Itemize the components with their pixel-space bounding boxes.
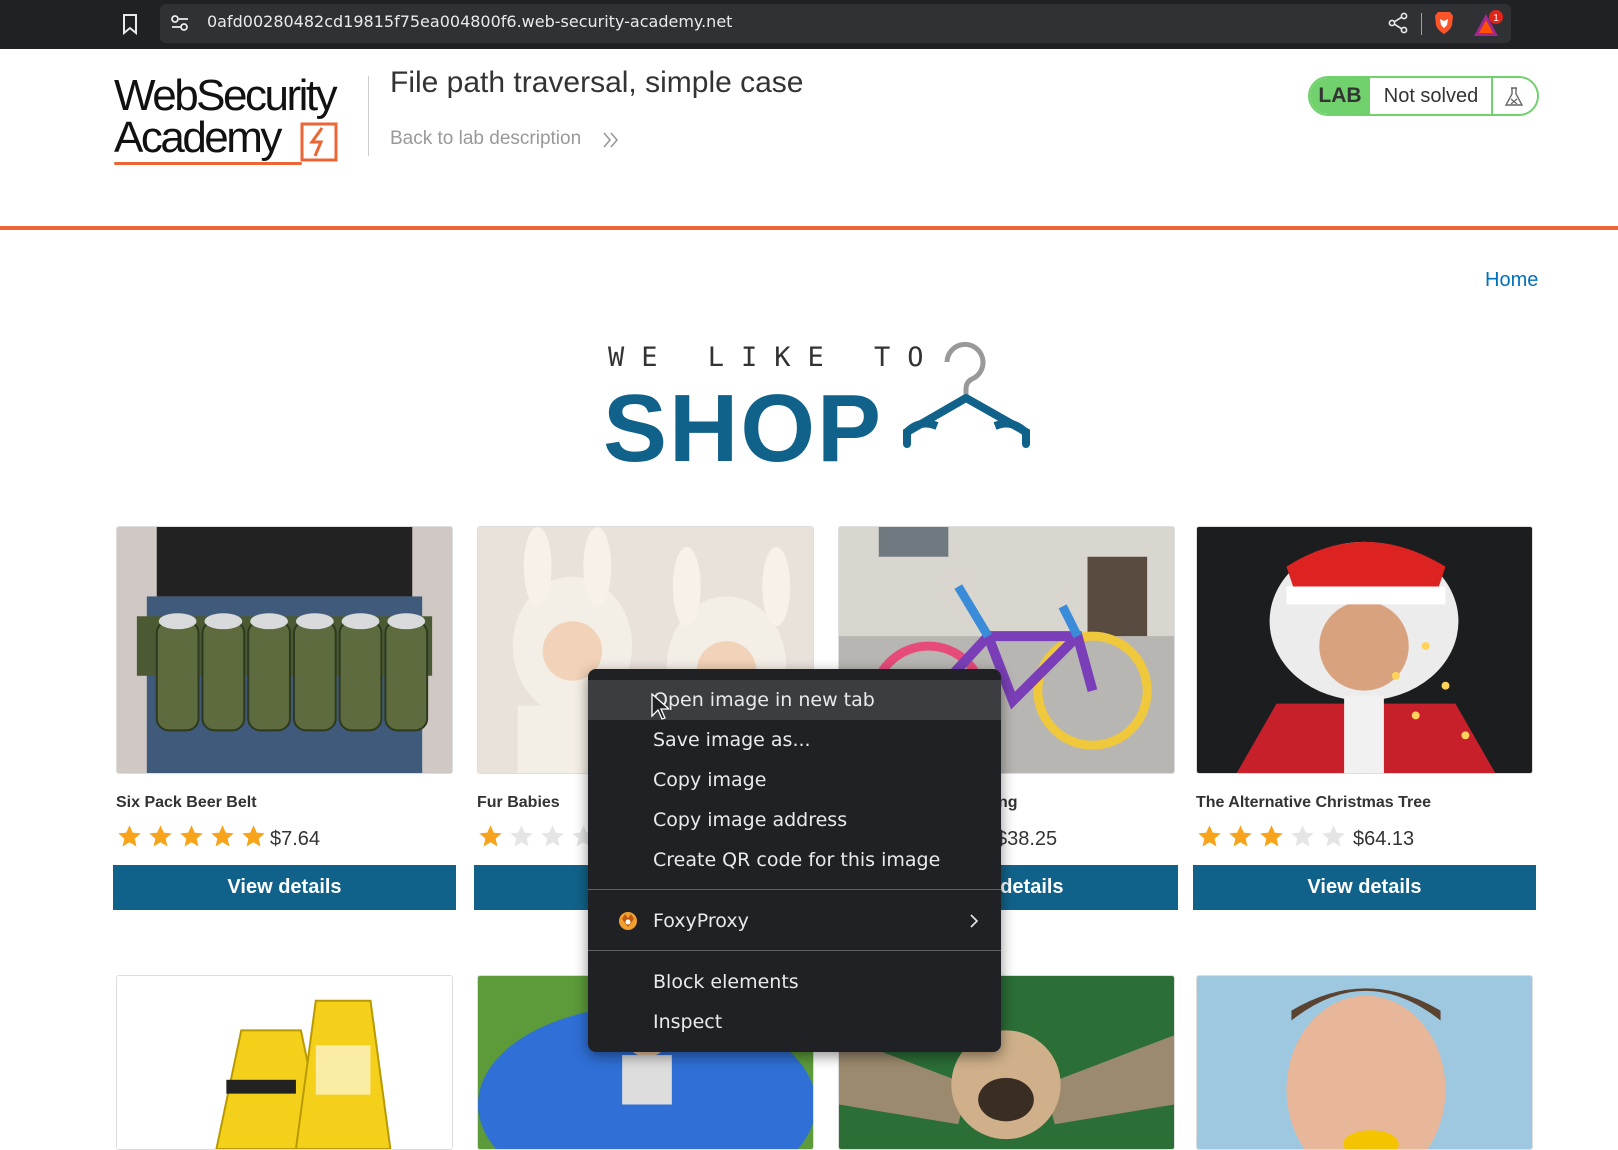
lab-badge: LAB bbox=[1310, 78, 1370, 114]
header-rule bbox=[0, 226, 1618, 230]
product-name: Six Pack Beer Belt bbox=[116, 794, 257, 811]
logo-text-line2: Academy bbox=[114, 113, 282, 162]
menu-item-save-image-as[interactable]: Save image as... bbox=[588, 720, 1001, 760]
logo-underline bbox=[114, 162, 302, 165]
product-name: Fur Babies bbox=[477, 794, 560, 811]
product-image-grimacing-man[interactable] bbox=[1196, 975, 1533, 1150]
menu-item-block-elements[interactable]: Block elements bbox=[588, 962, 1001, 1002]
share-icon[interactable] bbox=[1387, 12, 1409, 34]
menu-item-foxyproxy[interactable]: FoxyProxy bbox=[588, 901, 1001, 941]
menu-item-foxyproxy-label: FoxyProxy bbox=[653, 910, 749, 932]
product-rating bbox=[1196, 823, 1351, 853]
star-empty-icon bbox=[1322, 825, 1345, 847]
brave-rewards-icon[interactable]: 1 bbox=[1472, 10, 1504, 38]
menu-item-copy-image[interactable]: Copy image bbox=[588, 760, 1001, 800]
star-empty-icon bbox=[541, 825, 564, 847]
menu-item-copy-image-address[interactable]: Copy image address bbox=[588, 800, 1001, 840]
banner-shop-text: SHOP bbox=[603, 375, 884, 482]
chevron-right-icon bbox=[970, 914, 979, 928]
menu-item-open-image-new-tab[interactable]: Open image in new tab bbox=[588, 680, 1001, 720]
hanger-icon bbox=[903, 341, 1030, 448]
menu-item-inspect[interactable]: Inspect bbox=[588, 1002, 1001, 1042]
product-rating bbox=[116, 823, 271, 853]
star-empty-icon bbox=[1291, 825, 1314, 847]
menu-item-create-qr-code[interactable]: Create QR code for this image bbox=[588, 840, 1001, 880]
star-filled-icon bbox=[479, 825, 502, 847]
foxyproxy-icon bbox=[619, 912, 637, 930]
shop-banner: WE LIKE TO SHOP bbox=[600, 340, 1060, 482]
star-filled-icon bbox=[1260, 825, 1283, 847]
rewards-badge-count: 1 bbox=[1493, 13, 1499, 24]
logo-lightning-icon bbox=[300, 122, 338, 162]
logo-text-line1: WebSecurity bbox=[114, 71, 338, 120]
toolbar-divider bbox=[1421, 13, 1422, 35]
star-filled-icon bbox=[1229, 825, 1252, 847]
brave-shields-icon[interactable] bbox=[1432, 10, 1456, 36]
star-empty-icon bbox=[510, 825, 533, 847]
view-details-button[interactable]: View details bbox=[1193, 865, 1536, 910]
star-filled-icon bbox=[1198, 825, 1221, 847]
bookmark-icon[interactable] bbox=[120, 12, 140, 36]
menu-separator bbox=[588, 950, 1001, 951]
banner-tagline: WE LIKE TO bbox=[608, 342, 941, 373]
back-to-lab-description-link[interactable]: Back to lab description bbox=[390, 128, 581, 150]
home-link[interactable]: Home bbox=[1485, 269, 1538, 292]
web-security-academy-logo[interactable]: WebSecurity Academy bbox=[112, 70, 372, 170]
lab-title: File path traversal, simple case bbox=[390, 66, 804, 99]
header-divider bbox=[368, 76, 369, 156]
url-text[interactable]: 0afd00280482cd19815f75ea004800f6.web-sec… bbox=[207, 12, 732, 31]
site-settings-icon[interactable] bbox=[170, 14, 190, 32]
star-filled-icon bbox=[211, 825, 234, 847]
browser-toolbar: 0afd00280482cd19815f75ea004800f6.web-sec… bbox=[0, 0, 1618, 49]
context-menu: Open image in new tab Save image as... C… bbox=[588, 669, 1001, 1052]
star-filled-icon bbox=[118, 825, 141, 847]
product-name: The Alternative Christmas Tree bbox=[1196, 794, 1432, 811]
star-filled-icon bbox=[180, 825, 203, 847]
lab-status-text: Not solved bbox=[1371, 78, 1493, 114]
product-image-six-pack-beer-belt[interactable] bbox=[116, 526, 453, 774]
double-chevron-right-icon[interactable] bbox=[602, 130, 620, 150]
menu-separator bbox=[588, 889, 1001, 890]
product-price: $38.25 bbox=[996, 828, 1058, 850]
mouse-cursor-icon bbox=[651, 693, 669, 720]
star-filled-icon bbox=[242, 825, 265, 847]
view-details-button[interactable]: View details bbox=[113, 865, 456, 910]
product-price: $7.64 bbox=[270, 828, 321, 850]
flask-icon bbox=[1504, 87, 1524, 106]
star-filled-icon bbox=[149, 825, 172, 847]
product-image-alternative-christmas-tree[interactable] bbox=[1196, 526, 1533, 774]
lab-status-widget: LAB Not solved bbox=[1308, 76, 1539, 116]
product-image-caution-signs[interactable] bbox=[116, 975, 453, 1150]
product-price: $64.13 bbox=[1353, 828, 1415, 850]
